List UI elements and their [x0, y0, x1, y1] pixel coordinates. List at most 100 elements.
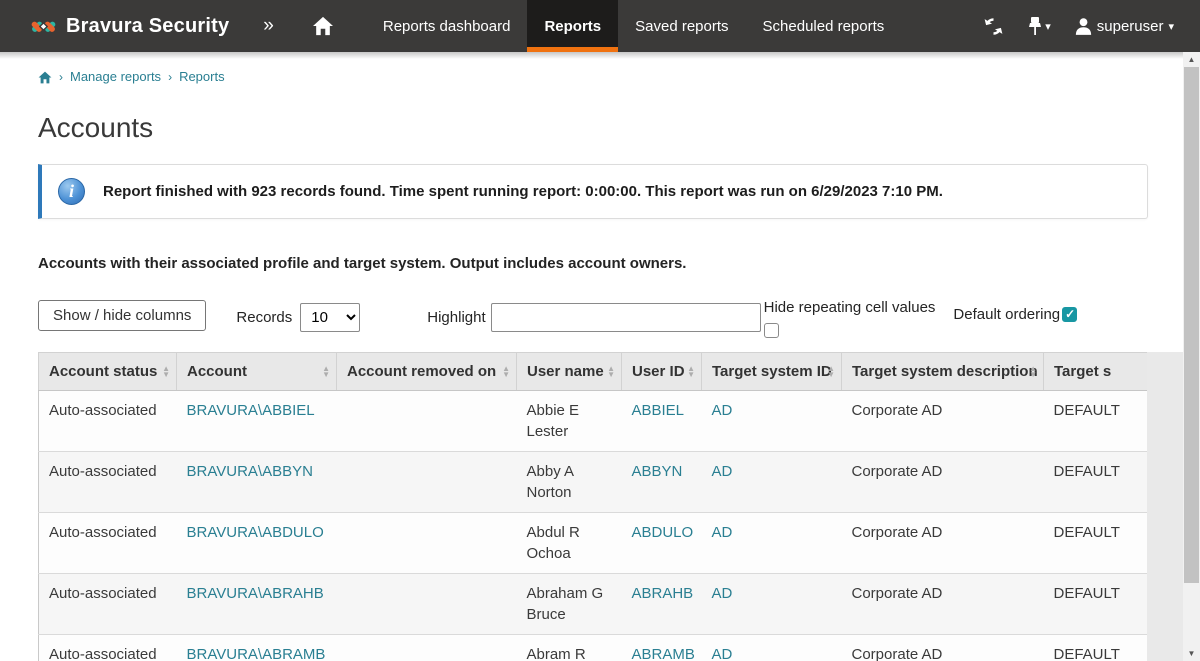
- user-icon: [1075, 17, 1092, 35]
- user-id-link[interactable]: ABRAHB: [632, 585, 694, 602]
- user-id-link[interactable]: ABDULO: [632, 524, 694, 541]
- cell-target-system-id: AD: [702, 452, 842, 513]
- column-header-account[interactable]: Account▲▼: [177, 353, 337, 391]
- default-ordering-label: Default ordering: [953, 306, 1060, 323]
- cell-target-system-id: AD: [702, 391, 842, 452]
- cell-target-system-id: AD: [702, 574, 842, 635]
- default-ordering-control: Default ordering: [953, 306, 1077, 323]
- cell-account-status: Auto-associated: [39, 574, 177, 635]
- cell-target-system-description: Corporate AD: [842, 452, 1044, 513]
- column-header-user-id[interactable]: User ID▲▼: [622, 353, 702, 391]
- cell-target-system-id: AD: [702, 513, 842, 574]
- sort-icon: ▲▼: [322, 366, 330, 378]
- cell-user-name: Abdul R Ochoa: [517, 513, 622, 574]
- cell-account: BRAVURA\ABRAMB: [177, 635, 337, 661]
- column-label: Target s: [1054, 363, 1111, 380]
- user-id-link[interactable]: ABBYN: [632, 463, 683, 480]
- column-header-account-status[interactable]: Account status▲▼: [39, 353, 177, 391]
- column-label: Account removed on: [347, 363, 496, 380]
- vertical-scrollbar[interactable]: ▲ ▼: [1183, 52, 1200, 661]
- cell-target-s: DEFAULT: [1044, 513, 1148, 574]
- hide-repeating-checkbox[interactable]: [764, 323, 779, 338]
- cell-account: BRAVURA\ABBYN: [177, 452, 337, 513]
- column-label: Target system ID: [712, 363, 832, 380]
- scrollbar-thumb[interactable]: [1184, 67, 1199, 583]
- caret-down-icon: ▾: [1168, 20, 1174, 33]
- caret-down-icon: ▾: [1045, 20, 1051, 33]
- breadcrumb-reports[interactable]: Reports: [179, 69, 225, 84]
- show-hide-columns-button[interactable]: Show / hide columns: [38, 300, 206, 331]
- column-label: User ID: [632, 363, 685, 380]
- user-id-link[interactable]: ABBIEL: [632, 402, 685, 419]
- table-row: Auto-associatedBRAVURA\ABRAMBAbram R Bar…: [39, 635, 1148, 661]
- breadcrumb-separator: ›: [168, 70, 172, 84]
- cell-account-removed-on: [337, 574, 517, 635]
- sort-icon: ▲▼: [827, 366, 835, 378]
- account-link[interactable]: BRAVURA\ABDULO: [187, 524, 324, 541]
- chevron-double-icon[interactable]: »: [243, 0, 294, 52]
- column-header-account-removed-on[interactable]: Account removed on ▲▼: [337, 353, 517, 391]
- sort-icon: ▲▼: [502, 366, 510, 378]
- column-label: Target system description: [852, 363, 1038, 380]
- cell-target-system-description: Corporate AD: [842, 513, 1044, 574]
- breadcrumb-manage-reports[interactable]: Manage reports: [70, 69, 161, 84]
- refresh-icon: [983, 16, 1004, 37]
- account-link[interactable]: BRAVURA\ABBYN: [187, 463, 313, 480]
- pin-menu-button[interactable]: ▾: [1028, 16, 1051, 36]
- records-select[interactable]: 10: [300, 303, 360, 332]
- column-header-target-system-id[interactable]: Target system ID▲▼: [702, 353, 842, 391]
- target-system-id-link[interactable]: AD: [712, 524, 733, 541]
- cell-account-removed-on: [337, 513, 517, 574]
- column-header-user-name[interactable]: User name▲▼: [517, 353, 622, 391]
- account-link[interactable]: BRAVURA\ABRAMB: [187, 646, 326, 661]
- sort-icon: ▲▼: [607, 366, 615, 378]
- pin-icon: [1028, 16, 1042, 36]
- nav-item-saved-reports[interactable]: Saved reports: [618, 0, 745, 52]
- column-header-target-system-description[interactable]: Target system description▲▼: [842, 353, 1044, 391]
- cell-target-system-id: AD: [702, 635, 842, 661]
- table-area: Account status▲▼Account▲▼Account removed…: [38, 352, 1184, 661]
- column-label: User name: [527, 363, 604, 380]
- nav-item-scheduled-reports[interactable]: Scheduled reports: [746, 0, 902, 52]
- nav-item-reports-dashboard[interactable]: Reports dashboard: [366, 0, 528, 52]
- target-system-id-link[interactable]: AD: [712, 463, 733, 480]
- brand[interactable]: Bravura Security: [0, 0, 243, 52]
- sort-icon: ▲▼: [162, 366, 170, 378]
- default-ordering-checkbox[interactable]: [1062, 307, 1077, 322]
- cell-user-id: ABDULO: [622, 513, 702, 574]
- user-id-link[interactable]: ABRAMB: [632, 646, 695, 661]
- nav-item-reports[interactable]: Reports: [527, 0, 618, 52]
- user-menu-button[interactable]: superuser ▾: [1075, 17, 1174, 35]
- cell-account-status: Auto-associated: [39, 635, 177, 661]
- table-viewport: Account status▲▼Account▲▼Account removed…: [38, 352, 1147, 661]
- account-link[interactable]: BRAVURA\ABBIEL: [187, 402, 315, 419]
- cell-account-status: Auto-associated: [39, 391, 177, 452]
- scroll-up-arrow-icon[interactable]: ▲: [1183, 52, 1200, 67]
- cell-account: BRAVURA\ABBIEL: [177, 391, 337, 452]
- cell-user-name: Abby A Norton: [517, 452, 622, 513]
- cell-account-status: Auto-associated: [39, 452, 177, 513]
- brand-logo-icon: [30, 13, 57, 40]
- user-name: superuser: [1097, 18, 1164, 35]
- cell-account: BRAVURA\ABDULO: [177, 513, 337, 574]
- cell-account: BRAVURA\ABRAHB: [177, 574, 337, 635]
- brand-name: Bravura Security: [66, 15, 229, 38]
- table-row: Auto-associated BRAVURA\ABBYN Abby A Norto…: [39, 452, 1148, 513]
- home-icon: [312, 16, 334, 36]
- cell-user-name: Abbie E Lester: [517, 391, 622, 452]
- target-system-id-link[interactable]: AD: [712, 646, 733, 661]
- target-system-id-link[interactable]: AD: [712, 402, 733, 419]
- scroll-down-arrow-icon[interactable]: ▼: [1183, 646, 1200, 661]
- breadcrumb-home-button[interactable]: [38, 70, 52, 84]
- refresh-button[interactable]: [983, 16, 1004, 37]
- cell-user-id: ABRAMB: [622, 635, 702, 661]
- page-title: Accounts: [38, 112, 1162, 144]
- cell-user-id: ABRAHB: [622, 574, 702, 635]
- top-navbar: Bravura Security » Reports dashboardRepo…: [0, 0, 1200, 52]
- account-link[interactable]: BRAVURA\ABRAHB: [187, 585, 324, 602]
- cell-target-system-description: Corporate AD: [842, 574, 1044, 635]
- highlight-input[interactable]: [491, 303, 761, 332]
- target-system-id-link[interactable]: AD: [712, 585, 733, 602]
- column-header-target-s[interactable]: Target s▲▼: [1044, 353, 1148, 391]
- home-button[interactable]: [294, 0, 352, 52]
